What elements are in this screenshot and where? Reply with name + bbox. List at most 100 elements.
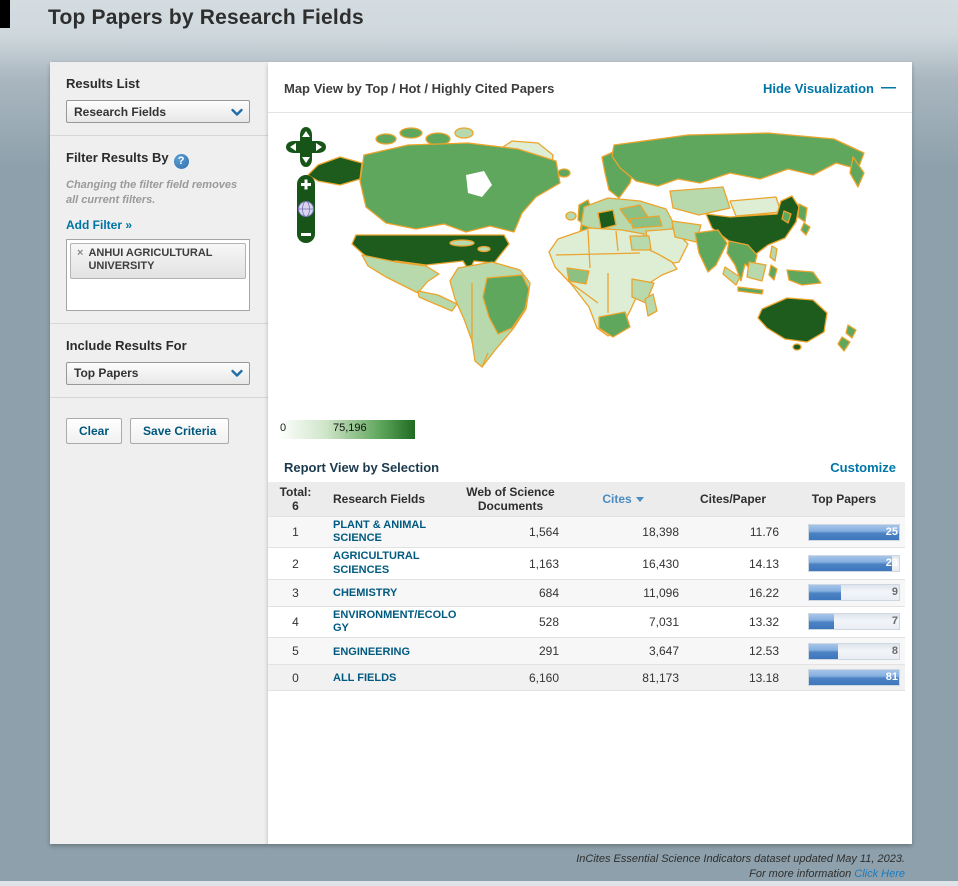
top-papers-bar-fill	[809, 585, 841, 600]
top-papers-value: 25	[886, 526, 898, 538]
page-title: Top Papers by Research Fields	[48, 6, 364, 30]
table-row: 4 ENVIRONMENT/ECOLOGY 528 7,031 13.32 7	[268, 606, 905, 637]
include-results-label: Include Results For	[66, 338, 252, 353]
cites-per-paper-value: 16.22	[683, 586, 783, 600]
research-field-link[interactable]: PLANT & ANIMAL SCIENCE	[333, 519, 458, 545]
minus-icon: —	[881, 83, 896, 93]
results-table: Total: 6 Research Fields Web of Science …	[268, 482, 905, 691]
customize-link[interactable]: Customize	[830, 460, 896, 475]
include-results-select[interactable]: Top Papers	[66, 362, 250, 385]
clear-button[interactable]: Clear	[66, 418, 122, 444]
results-list-selected-value: Research Fields	[74, 105, 166, 119]
top-papers-value: 7	[892, 615, 898, 627]
pan-control	[286, 127, 326, 167]
top-papers-bar: 9	[808, 584, 900, 601]
top-papers-bar-fill	[809, 556, 892, 571]
filter-note: Changing the filter field removes all cu…	[66, 178, 252, 208]
cites-per-paper-header[interactable]: Cites/Paper	[683, 492, 783, 506]
criteria-buttons-row: Clear Save Criteria	[50, 398, 268, 464]
cites-per-paper-value: 14.13	[683, 557, 783, 571]
main-panel: Map View by Top / Hot / Highly Cited Pap…	[268, 62, 912, 844]
cites-value: 7,031	[563, 615, 683, 629]
research-field-link[interactable]: ENGINEERING	[333, 646, 410, 659]
map-view-title: Map View by Top / Hot / Highly Cited Pap…	[284, 81, 554, 96]
filter-chip[interactable]: × ANHUI AGRICULTURAL UNIVERSITY	[70, 243, 246, 280]
cites-value: 16,430	[563, 557, 683, 571]
table-row: 2 AGRICULTURAL SCIENCES 1,163 16,430 14.…	[268, 547, 905, 578]
add-filter-link[interactable]: Add Filter »	[66, 218, 132, 232]
wos-documents-value: 291	[458, 644, 563, 658]
wos-documents-value: 1,564	[458, 525, 563, 539]
wos-documents-value: 528	[458, 615, 563, 629]
legend-max-value: 75,196	[333, 422, 367, 434]
include-results-selected-value: Top Papers	[74, 366, 138, 380]
dataset-footer: InCites Essential Science Indicators dat…	[576, 852, 905, 882]
help-icon[interactable]: ?	[174, 154, 189, 169]
click-here-link[interactable]: Click Here	[854, 868, 905, 880]
zoom-control	[297, 175, 315, 243]
chevron-down-icon	[230, 105, 244, 119]
chevron-down-icon	[230, 366, 244, 380]
filter-results-label: Filter Results By?	[66, 150, 252, 169]
sort-descending-icon	[636, 497, 644, 502]
top-papers-value: 8	[892, 645, 898, 657]
row-rank: 1	[268, 525, 323, 539]
results-list-select[interactable]: Research Fields	[66, 100, 250, 123]
report-view-header: Report View by Selection Customize	[268, 453, 912, 482]
research-field-link[interactable]: ENVIRONMENT/ECOLOGY	[333, 609, 458, 635]
cites-value: 11,096	[563, 586, 683, 600]
map-legend-gradient: 0 75,196	[278, 420, 415, 439]
cites-per-paper-value: 12.53	[683, 644, 783, 658]
remove-filter-icon[interactable]: ×	[77, 247, 83, 275]
top-left-corner-block	[0, 0, 10, 28]
results-list-section: Results List Research Fields	[50, 62, 268, 136]
save-criteria-button[interactable]: Save Criteria	[130, 418, 229, 444]
legend-min-value: 0	[280, 422, 286, 434]
table-row: 3 CHEMISTRY 684 11,096 16.22 9	[268, 579, 905, 606]
table-row: 1 PLANT & ANIMAL SCIENCE 1,564 18,398 11…	[268, 516, 905, 547]
wos-documents-value: 684	[458, 586, 563, 600]
research-fields-header[interactable]: Research Fields	[323, 492, 458, 506]
wos-documents-header[interactable]: Web of Science Documents	[458, 485, 563, 513]
cites-value: 81,173	[563, 671, 683, 685]
filter-results-section: Filter Results By? Changing the filter f…	[50, 136, 268, 324]
cites-per-paper-value: 13.18	[683, 671, 783, 685]
more-info-text: For more information	[749, 868, 854, 880]
top-papers-bar: 8	[808, 643, 900, 660]
hide-visualization-link[interactable]: Hide Visualization —	[763, 81, 896, 96]
wos-documents-value: 6,160	[458, 671, 563, 685]
top-papers-value: 9	[892, 586, 898, 598]
top-papers-bar: 7	[808, 613, 900, 630]
report-view-title: Report View by Selection	[284, 460, 439, 475]
top-papers-bar: 25	[808, 524, 900, 541]
cites-header[interactable]: Cites	[563, 492, 683, 506]
results-list-label: Results List	[66, 76, 252, 91]
wos-documents-value: 1,163	[458, 557, 563, 571]
filter-chip-label: ANHUI AGRICULTURAL UNIVERSITY	[88, 247, 239, 275]
bottom-strip	[0, 881, 958, 886]
world-map-visualization[interactable]: 0 75,196	[268, 113, 912, 453]
filters-sidebar: Results List Research Fields Filter Resu…	[50, 62, 268, 844]
top-papers-bar: 23	[808, 555, 900, 572]
table-row: 0 ALL FIELDS 6,160 81,173 13.18 81	[268, 664, 905, 691]
include-results-section: Include Results For Top Papers	[50, 324, 268, 398]
active-filters-listbox[interactable]: × ANHUI AGRICULTURAL UNIVERSITY	[66, 239, 250, 311]
research-field-link[interactable]: AGRICULTURAL SCIENCES	[333, 550, 458, 576]
research-field-link[interactable]: ALL FIELDS	[333, 672, 396, 685]
cites-per-paper-value: 13.32	[683, 615, 783, 629]
top-papers-bar-fill	[809, 614, 834, 629]
row-rank: 2	[268, 557, 323, 571]
table-row: 5 ENGINEERING 291 3,647 12.53 8	[268, 637, 905, 664]
choropleth-world-map[interactable]	[268, 113, 912, 453]
cites-value: 18,398	[563, 525, 683, 539]
row-rank: 5	[268, 644, 323, 658]
top-papers-header[interactable]: Top Papers	[783, 492, 905, 506]
top-papers-value: 23	[886, 557, 898, 569]
top-papers-value: 81	[886, 671, 898, 683]
research-field-link[interactable]: CHEMISTRY	[333, 587, 397, 600]
row-rank: 4	[268, 615, 323, 629]
row-rank: 0	[268, 671, 323, 685]
top-papers-bar-fill	[809, 644, 838, 659]
map-controls[interactable]	[284, 125, 328, 247]
cites-per-paper-value: 11.76	[683, 525, 783, 539]
